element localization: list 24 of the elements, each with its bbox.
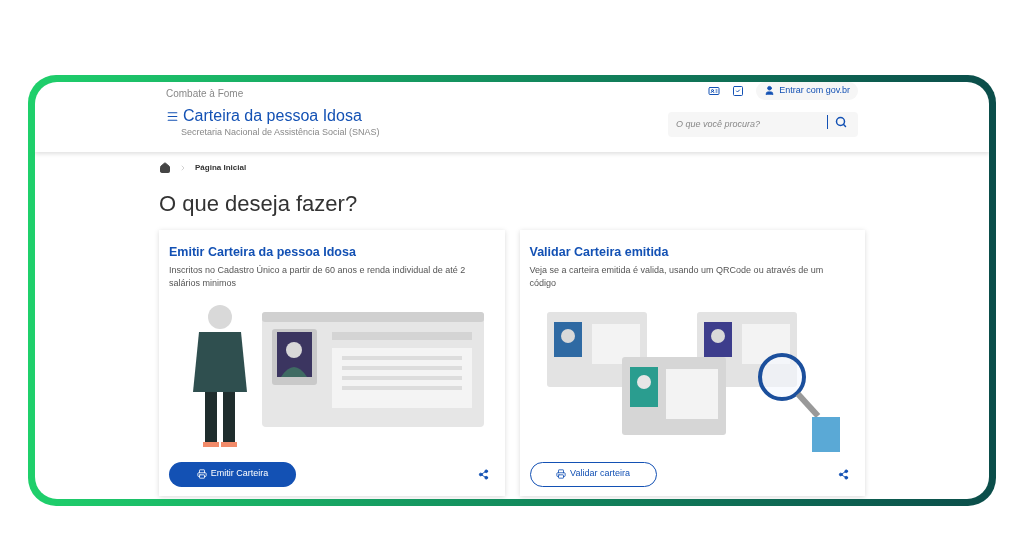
site-subtitle: Secretaria Nacional de Assistência Social (SNAS): [181, 126, 380, 139]
card-action-button[interactable]: Validar carteira: [529, 461, 657, 487]
card-title[interactable]: Validar Carteira emitida: [529, 243, 855, 262]
home-icon[interactable]: [159, 162, 171, 174]
id-card-icon[interactable]: [708, 84, 721, 97]
menu-icon[interactable]: [166, 109, 179, 123]
card-action-button[interactable]: Emitir Carteira: [169, 461, 296, 487]
chevron-icon: [179, 164, 187, 172]
search-field[interactable]: O que você procura?: [668, 111, 858, 137]
ministry-name: Combate à Fome: [166, 87, 244, 101]
person-icon: [764, 85, 776, 97]
printer-icon: [556, 469, 567, 479]
share-icon[interactable]: [477, 468, 489, 480]
site-title: Carteira da pessoa Idosa: [183, 106, 362, 126]
breadcrumb-link[interactable]: Página Inicial: [195, 162, 247, 174]
printer-icon: [196, 469, 207, 479]
card-description: Veja se a carteira emitida é valida, usando um QRCode ou através de um código: [529, 263, 825, 290]
card-title[interactable]: Emitir Carteira da pessoa Idosa: [169, 243, 495, 262]
login-button[interactable]: Entrar com gov.br: [756, 82, 858, 100]
checkbox-icon[interactable]: [732, 84, 745, 97]
page-heading: O que deseja fazer?: [159, 190, 359, 218]
share-icon[interactable]: [838, 468, 849, 480]
card-description: Inscritos no Cadastro Único a partir de 60 anos e renda individual de até 2 salários minimos: [169, 263, 467, 290]
search-icon[interactable]: [835, 116, 847, 129]
